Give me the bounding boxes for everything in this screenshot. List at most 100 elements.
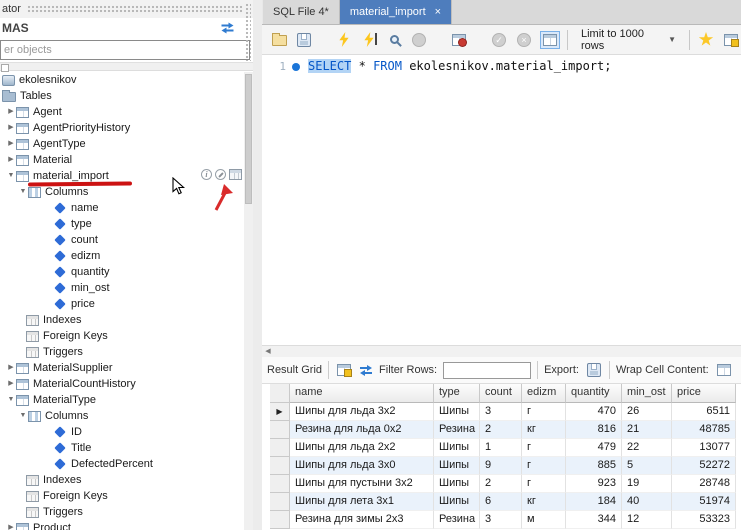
- expander-icon[interactable]: ▶: [6, 152, 16, 168]
- grid-cell[interactable]: 6: [480, 493, 522, 511]
- grid-cell[interactable]: 21: [622, 421, 672, 439]
- panel-edge-grip[interactable]: [245, 3, 251, 61]
- wrap-cell-content-button[interactable]: [715, 360, 733, 380]
- grid-cell[interactable]: г: [522, 457, 566, 475]
- tree-item-materialsupplier[interactable]: ▶MaterialSupplier: [0, 360, 244, 376]
- grid-cell[interactable]: 40: [622, 493, 672, 511]
- tree-item-tables[interactable]: Tables: [0, 88, 244, 104]
- grid-row[interactable]: Шипы для льда 3x0Шипы9г885552272: [270, 457, 736, 475]
- stop-query-button[interactable]: [410, 30, 428, 50]
- tree-item-indexes[interactable]: Indexes: [0, 312, 244, 328]
- expander-icon[interactable]: ▶: [6, 120, 16, 136]
- grid-cell[interactable]: 9: [480, 457, 522, 475]
- expander-icon[interactable]: ▶: [6, 376, 16, 392]
- execute-script-button[interactable]: [335, 30, 353, 50]
- grid-cell[interactable]: Резина: [434, 421, 480, 439]
- grid-row[interactable]: Шипы для лета 3x1Шипы6кг1844051974: [270, 493, 736, 511]
- panel-grip[interactable]: [27, 5, 243, 14]
- execute-statement-button[interactable]: [360, 30, 378, 50]
- tree-item-indexes[interactable]: Indexes: [0, 472, 244, 488]
- sql-line[interactable]: SELECT * FROM ekolesnikov.material_impor…: [308, 59, 612, 73]
- grid-cell[interactable]: 470: [566, 403, 622, 421]
- row-limit-dropdown[interactable]: Limit to 1000 rows ▼: [575, 25, 682, 55]
- grid-cell[interactable]: 28748: [672, 475, 736, 493]
- grid-row[interactable]: Резина для зимы 2x3Резина3м3441253323: [270, 511, 736, 529]
- grid-row[interactable]: ▶Шипы для льда 3x2Шипы3г470266511: [270, 403, 736, 421]
- explain-button[interactable]: [385, 30, 403, 50]
- tree-item-id[interactable]: ID: [0, 424, 244, 440]
- grid-cell[interactable]: 13077: [672, 439, 736, 457]
- refresh-grid-icon[interactable]: [359, 364, 373, 377]
- tree-item-materialcounthistory[interactable]: ▶MaterialCountHistory: [0, 376, 244, 392]
- grid-cell[interactable]: Резина для льда 0x2: [290, 421, 434, 439]
- expander-icon[interactable]: ▼: [6, 168, 16, 184]
- row-selector[interactable]: [270, 439, 290, 457]
- expander-icon[interactable]: ▼: [6, 392, 16, 408]
- grid-row[interactable]: Резина для льда 0x2Резина2кг8162148785: [270, 421, 736, 439]
- commit-button[interactable]: ✓: [490, 30, 508, 50]
- grid-cell[interactable]: Шипы для льда 2x2: [290, 439, 434, 457]
- expander-icon[interactable]: ▶: [6, 520, 16, 530]
- tree-item-edizm[interactable]: edizm: [0, 248, 244, 264]
- toggle-autocommit-button[interactable]: [540, 31, 560, 49]
- tree-item-agent[interactable]: ▶Agent: [0, 104, 244, 120]
- grid-cell[interactable]: кг: [522, 493, 566, 511]
- tab-sql-file-4[interactable]: SQL File 4*: [262, 0, 340, 24]
- grid-cell[interactable]: Шипы: [434, 457, 480, 475]
- tree-item-product[interactable]: ▶Product: [0, 520, 244, 530]
- tree-item-ekolesnikov[interactable]: ekolesnikov: [0, 72, 244, 88]
- tree-item-title[interactable]: Title: [0, 440, 244, 456]
- tree-item-min-ost[interactable]: min_ost: [0, 280, 244, 296]
- refresh-schemas-icon[interactable]: [220, 22, 235, 34]
- grid-cell[interactable]: Резина для зимы 2x3: [290, 511, 434, 529]
- grid-cell[interactable]: 53323: [672, 511, 736, 529]
- tree-item-count[interactable]: count: [0, 232, 244, 248]
- grid-cell[interactable]: 3: [480, 511, 522, 529]
- tree-item-triggers[interactable]: Triggers: [0, 344, 244, 360]
- grid-header-edizm[interactable]: edizm: [522, 384, 566, 403]
- grid-cell[interactable]: 885: [566, 457, 622, 475]
- editor-horizontal-scrollbar[interactable]: ◀: [262, 345, 741, 357]
- grid-header-price[interactable]: price: [672, 384, 736, 403]
- tree-item-defectedpercent[interactable]: DefectedPercent: [0, 456, 244, 472]
- grid-cell[interactable]: 2: [480, 475, 522, 493]
- grid-cell[interactable]: кг: [522, 421, 566, 439]
- grid-header-count[interactable]: count: [480, 384, 522, 403]
- grid-cell[interactable]: 923: [566, 475, 622, 493]
- expander-icon[interactable]: ▶: [6, 136, 16, 152]
- panel-splitter[interactable]: [253, 0, 262, 530]
- tree-scrollbar[interactable]: [244, 72, 253, 530]
- tree-item-agentpriorityhistory[interactable]: ▶AgentPriorityHistory: [0, 120, 244, 136]
- tree-item-foreign-keys[interactable]: Foreign Keys: [0, 328, 244, 344]
- open-script-button[interactable]: [270, 30, 288, 50]
- table-data-icon[interactable]: [229, 169, 242, 180]
- row-selector[interactable]: [270, 493, 290, 511]
- grid-cell[interactable]: Шипы: [434, 439, 480, 457]
- rollback-button[interactable]: ×: [515, 30, 533, 50]
- grid-view-button[interactable]: [335, 360, 353, 380]
- tree-item-triggers[interactable]: Triggers: [0, 504, 244, 520]
- grid-header-min_ost[interactable]: min_ost: [622, 384, 672, 403]
- grid-cell[interactable]: 3: [480, 403, 522, 421]
- grid-cell[interactable]: 479: [566, 439, 622, 457]
- export-button[interactable]: [585, 360, 603, 380]
- expander-icon[interactable]: ▶: [6, 360, 16, 376]
- expander-icon[interactable]: ▼: [18, 184, 28, 200]
- expander-icon[interactable]: ▶: [6, 104, 16, 120]
- tree-item-type[interactable]: type: [0, 216, 244, 232]
- grid-cell[interactable]: 22: [622, 439, 672, 457]
- tree-item-foreign-keys[interactable]: Foreign Keys: [0, 488, 244, 504]
- tree-item-agenttype[interactable]: ▶AgentType: [0, 136, 244, 152]
- scroll-left-icon[interactable]: ◀: [262, 346, 274, 357]
- grid-cell[interactable]: Шипы для льда 3x2: [290, 403, 434, 421]
- grid-header-type[interactable]: type: [434, 384, 480, 403]
- tree-item-name[interactable]: name: [0, 200, 244, 216]
- sql-editor[interactable]: 1 SELECT * FROM ekolesnikov.material_imp…: [262, 55, 741, 345]
- expander-icon[interactable]: ▼: [18, 408, 28, 424]
- grid-cell[interactable]: г: [522, 475, 566, 493]
- tree-item-quantity[interactable]: quantity: [0, 264, 244, 280]
- grid-corner-cell[interactable]: [270, 384, 290, 403]
- save-script-button[interactable]: [295, 30, 313, 50]
- grid-cell[interactable]: 344: [566, 511, 622, 529]
- grid-cell[interactable]: 52272: [672, 457, 736, 475]
